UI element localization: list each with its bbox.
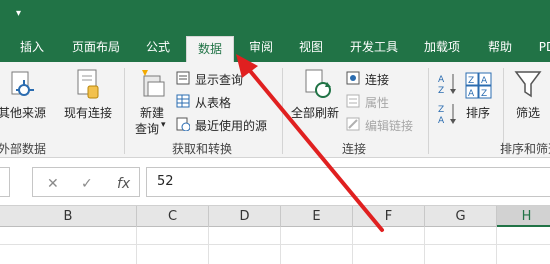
title-bar: ▾ xyxy=(0,0,550,32)
tab-data[interactable]: 数据 xyxy=(186,36,234,62)
column-header-g[interactable]: G xyxy=(425,206,497,227)
column-headers: B C D E F G H xyxy=(0,205,550,227)
svg-text:A: A xyxy=(468,89,475,99)
from-table-icon xyxy=(176,94,190,108)
show-queries-icon xyxy=(176,71,190,85)
filter-funnel-icon xyxy=(514,71,542,98)
properties-label: 属性 xyxy=(365,96,390,110)
new-query-label-2: 查询 xyxy=(135,122,160,136)
edit-links-label: 编辑链接 xyxy=(365,119,414,133)
column-header-h[interactable]: H xyxy=(497,206,550,227)
refresh-all-label: 全部刷新 xyxy=(291,106,340,120)
tab-page-layout[interactable]: 页面布局 xyxy=(66,32,126,62)
existing-connections-icon xyxy=(77,69,99,99)
worksheet-grid[interactable] xyxy=(0,227,550,264)
ribbon-tab-row: 插入 页面布局 公式 数据 审阅 视图 开发工具 加载项 帮助 PD xyxy=(0,32,550,62)
other-sources-icon xyxy=(11,71,34,96)
quick-access-dropdown-icon[interactable]: ▾ xyxy=(16,8,21,19)
column-gridline xyxy=(496,227,497,264)
ribbon-data: 其他来源 外部数据 现有连接 新建 查询 ▾ 显示查询 从表格 最近使用的源 获… xyxy=(0,62,550,158)
svg-text:Z: Z xyxy=(468,76,474,86)
sort-icon: Z A A Z xyxy=(465,72,492,99)
group-label-get-transform: 获取和转换 xyxy=(172,142,233,156)
formula-controls: ✕ ✓ fx xyxy=(32,167,140,197)
filter-label: 筛选 xyxy=(516,106,541,120)
tab-review[interactable]: 审阅 xyxy=(243,32,279,62)
tab-addins[interactable]: 加载项 xyxy=(418,32,466,62)
properties-icon xyxy=(346,94,360,108)
column-header-c[interactable]: C xyxy=(137,206,209,227)
group-label-external-data: 外部数据 xyxy=(0,142,47,156)
enter-checkmark-icon[interactable]: ✓ xyxy=(81,176,93,192)
group-label-connections: 连接 xyxy=(342,142,367,156)
column-header-f[interactable]: F xyxy=(353,206,425,227)
cancel-icon[interactable]: ✕ xyxy=(47,176,59,192)
edit-links-icon xyxy=(346,117,360,131)
svg-text:A: A xyxy=(481,76,488,86)
show-queries-label: 显示查询 xyxy=(195,73,244,87)
tab-view[interactable]: 视图 xyxy=(293,32,329,62)
existing-connections-label: 现有连接 xyxy=(64,106,113,120)
from-table-label: 从表格 xyxy=(195,96,232,110)
svg-text:A: A xyxy=(438,116,445,126)
sort-az-icon: A Z xyxy=(438,74,456,96)
connections-icon xyxy=(346,71,360,85)
other-sources-label: 其他来源 xyxy=(0,106,47,120)
connections-label: 连接 xyxy=(365,73,390,87)
column-gridline xyxy=(280,227,281,264)
sort-za-icon: Z A xyxy=(438,104,456,126)
new-query-dropdown-icon: ▾ xyxy=(161,120,166,130)
recent-sources-icon xyxy=(176,117,190,131)
tab-pdf[interactable]: PD xyxy=(535,32,550,62)
group-separator xyxy=(124,68,125,154)
column-header-e[interactable]: E xyxy=(281,206,353,227)
svg-text:Z: Z xyxy=(438,86,444,96)
svg-text:Z: Z xyxy=(481,89,487,99)
new-query-label-1: 新建 xyxy=(140,106,165,120)
column-gridline xyxy=(352,227,353,264)
refresh-all-icon xyxy=(305,69,331,98)
tab-help[interactable]: 帮助 xyxy=(482,32,518,62)
svg-text:A: A xyxy=(438,75,445,85)
formula-input[interactable]: 52 xyxy=(146,167,550,197)
group-separator xyxy=(428,68,429,154)
new-query-icon xyxy=(142,70,165,97)
column-header-b[interactable]: B xyxy=(0,206,137,227)
insert-function-icon[interactable]: fx xyxy=(117,176,130,192)
column-gridline xyxy=(136,227,137,264)
svg-text:Z: Z xyxy=(438,105,444,115)
tab-developer[interactable]: 开发工具 xyxy=(344,32,404,62)
formula-bar: ✕ ✓ fx 52 xyxy=(0,165,550,199)
recent-sources-label: 最近使用的源 xyxy=(195,119,268,133)
tab-formulas[interactable]: 公式 xyxy=(140,32,176,62)
row-gridline xyxy=(0,244,550,245)
column-header-d[interactable]: D xyxy=(209,206,281,227)
name-box[interactable] xyxy=(0,167,10,197)
tab-insert[interactable]: 插入 xyxy=(14,32,50,62)
group-separator xyxy=(282,68,283,154)
group-label-sort-filter: 排序和筛选 xyxy=(500,142,550,156)
column-gridline xyxy=(424,227,425,264)
formula-value: 52 xyxy=(157,174,174,189)
column-gridline xyxy=(208,227,209,264)
sort-label: 排序 xyxy=(466,106,491,120)
